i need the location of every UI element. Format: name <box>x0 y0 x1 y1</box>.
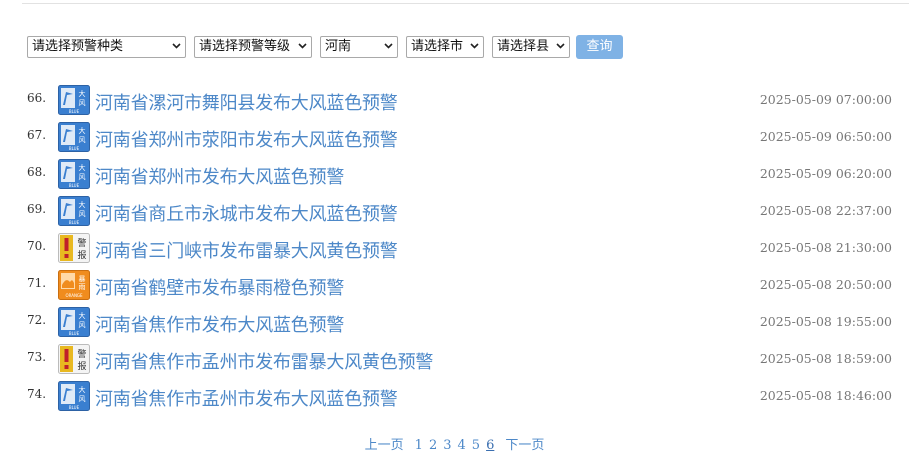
filter-bar: 请选择预警种类 请选择预警等级 河南 请选择市 请选择县 查询 <box>27 35 623 59</box>
page-link-6[interactable]: 6 <box>486 438 494 453</box>
page-link-1[interactable]: 1 <box>415 438 423 453</box>
svg-text:大: 大 <box>79 89 86 98</box>
alert-row: 74. 大风 BLUE 河南省焦作市孟州市发布大风蓝色预警 2025-05-08 18:… <box>0 379 909 416</box>
yellow-thunder-warning-icon: 警报 <box>58 344 90 374</box>
chevron-down-icon <box>172 43 181 49</box>
alert-time: 2025-05-08 18:46:00 <box>759 388 892 403</box>
svg-text:警: 警 <box>77 237 86 249</box>
page-link-4[interactable]: 4 <box>458 438 466 453</box>
alert-row: 71. 暴雨 ORANGE 河南省鹤壁市发布暴雨橙色预警 2025-05-08 20:5… <box>0 268 909 305</box>
svg-text:风: 风 <box>79 99 86 107</box>
alert-number: 69. <box>27 202 47 216</box>
svg-text:BLUE: BLUE <box>69 331 80 336</box>
city-select-value: 请选择市 <box>411 39 464 54</box>
svg-text:风: 风 <box>79 395 86 403</box>
alert-number: 73. <box>27 350 47 364</box>
svg-text:警: 警 <box>77 348 86 360</box>
alert-title-link[interactable]: 河南省漯河市舞阳县发布大风蓝色预警 <box>95 89 398 115</box>
alert-title-link[interactable]: 河南省焦作市孟州市发布大风蓝色预警 <box>95 385 398 411</box>
prev-page-link[interactable]: 上一页 <box>365 434 404 453</box>
query-button[interactable]: 查询 <box>576 35 623 59</box>
warning-type-select-value: 请选择预警种类 <box>32 39 124 54</box>
svg-text:ORANGE: ORANGE <box>65 293 83 298</box>
alert-title-link[interactable]: 河南省三门峡市发布雷暴大风黄色预警 <box>95 237 398 263</box>
alert-row: 67. 大风 BLUE 河南省郑州市荥阳市发布大风蓝色预警 2025-05-09 06:… <box>0 120 909 157</box>
svg-text:大: 大 <box>79 385 86 394</box>
alert-number: 68. <box>27 165 47 179</box>
svg-text:大: 大 <box>79 311 86 320</box>
svg-text:风: 风 <box>79 136 86 144</box>
alert-time: 2025-05-08 18:59:00 <box>759 351 892 366</box>
alert-number: 67. <box>27 128 47 142</box>
blue-wind-warning-icon: 大风 BLUE <box>58 159 90 189</box>
svg-text:BLUE: BLUE <box>69 183 80 188</box>
alert-number: 71. <box>27 276 47 290</box>
alert-title-link[interactable]: 河南省商丘市永城市发布大风蓝色预警 <box>95 200 398 226</box>
svg-text:风: 风 <box>79 173 86 181</box>
blue-wind-warning-icon: 大风 BLUE <box>58 307 90 337</box>
alert-time: 2025-05-08 21:30:00 <box>759 240 892 255</box>
page-link-5[interactable]: 5 <box>472 438 480 453</box>
svg-text:BLUE: BLUE <box>69 220 80 225</box>
alert-row: 70. 警报河南省三门峡市发布雷暴大风黄色预警 2025-05-08 21:30:0… <box>0 231 909 268</box>
province-select[interactable]: 河南 <box>320 36 398 58</box>
warning-level-select-value: 请选择预警等级 <box>199 39 291 54</box>
svg-text:BLUE: BLUE <box>69 146 80 151</box>
svg-text:大: 大 <box>79 163 86 172</box>
alert-number: 70. <box>27 239 47 253</box>
pagination: 上一页 1 2 3 4 5 6 下一页 <box>0 434 909 453</box>
alert-row: 66. 大风 BLUE 河南省漯河市舞阳县发布大风蓝色预警 2025-05-09 07:… <box>0 83 909 120</box>
top-divider <box>22 3 909 4</box>
alert-title-link[interactable]: 河南省鹤壁市发布暴雨橙色预警 <box>95 274 344 300</box>
svg-text:BLUE: BLUE <box>69 405 80 410</box>
alert-title-link[interactable]: 河南省郑州市荥阳市发布大风蓝色预警 <box>95 126 398 152</box>
next-page-link[interactable]: 下一页 <box>505 434 544 453</box>
alert-number: 66. <box>27 91 47 105</box>
page-link-2[interactable]: 2 <box>429 438 437 453</box>
page-link-3[interactable]: 3 <box>443 438 451 453</box>
alert-time: 2025-05-09 06:20:00 <box>759 166 892 181</box>
svg-text:报: 报 <box>77 360 86 372</box>
alert-number: 72. <box>27 313 47 327</box>
alert-time: 2025-05-08 19:55:00 <box>759 314 892 329</box>
alert-row: 73. 警报河南省焦作市孟州市发布雷暴大风黄色预警 2025-05-08 18:59… <box>0 342 909 379</box>
alert-row: 69. 大风 BLUE 河南省商丘市永城市发布大风蓝色预警 2025-05-08 22:… <box>0 194 909 231</box>
blue-wind-warning-icon: 大风 BLUE <box>58 196 90 226</box>
county-select[interactable]: 请选择县 <box>492 36 570 58</box>
svg-text:雨: 雨 <box>79 283 86 291</box>
alert-list: 66. 大风 BLUE 河南省漯河市舞阳县发布大风蓝色预警 2025-05-09 07:… <box>0 83 909 416</box>
chevron-down-icon <box>384 43 393 49</box>
alert-time: 2025-05-08 22:37:00 <box>759 203 892 218</box>
blue-wind-warning-icon: 大风 BLUE <box>58 381 90 411</box>
alert-time: 2025-05-09 07:00:00 <box>759 92 892 107</box>
warning-level-select[interactable]: 请选择预警等级 <box>194 36 312 58</box>
svg-text:报: 报 <box>77 249 86 261</box>
alert-title-link[interactable]: 河南省郑州市发布大风蓝色预警 <box>95 163 344 189</box>
province-select-value: 河南 <box>325 39 352 54</box>
svg-text:风: 风 <box>79 210 86 218</box>
alert-time: 2025-05-09 06:50:00 <box>759 129 892 144</box>
alert-time: 2025-05-08 20:50:00 <box>759 277 892 292</box>
alert-title-link[interactable]: 河南省焦作市孟州市发布雷暴大风黄色预警 <box>95 348 433 374</box>
alert-row: 72. 大风 BLUE 河南省焦作市发布大风蓝色预警 2025-05-08 19:55:… <box>0 305 909 342</box>
alert-row: 68. 大风 BLUE 河南省郑州市发布大风蓝色预警 2025-05-09 06:20:… <box>0 157 909 194</box>
alert-title-link[interactable]: 河南省焦作市发布大风蓝色预警 <box>95 311 344 337</box>
svg-text:大: 大 <box>79 200 86 209</box>
blue-wind-warning-icon: 大风 BLUE <box>58 122 90 152</box>
svg-text:BLUE: BLUE <box>69 109 80 114</box>
county-select-value: 请选择县 <box>497 39 550 54</box>
chevron-down-icon <box>470 43 479 49</box>
svg-text:大: 大 <box>79 126 86 135</box>
orange-rain-warning-icon: 暴雨 ORANGE <box>58 270 90 300</box>
city-select[interactable]: 请选择市 <box>406 36 484 58</box>
svg-text:风: 风 <box>79 321 86 329</box>
alert-number: 74. <box>27 387 47 401</box>
chevron-down-icon <box>556 43 565 49</box>
blue-wind-warning-icon: 大风 BLUE <box>58 85 90 115</box>
yellow-thunder-warning-icon: 警报 <box>58 233 90 263</box>
svg-text:暴: 暴 <box>79 275 86 283</box>
warning-type-select[interactable]: 请选择预警种类 <box>27 36 186 58</box>
chevron-down-icon <box>298 43 307 49</box>
